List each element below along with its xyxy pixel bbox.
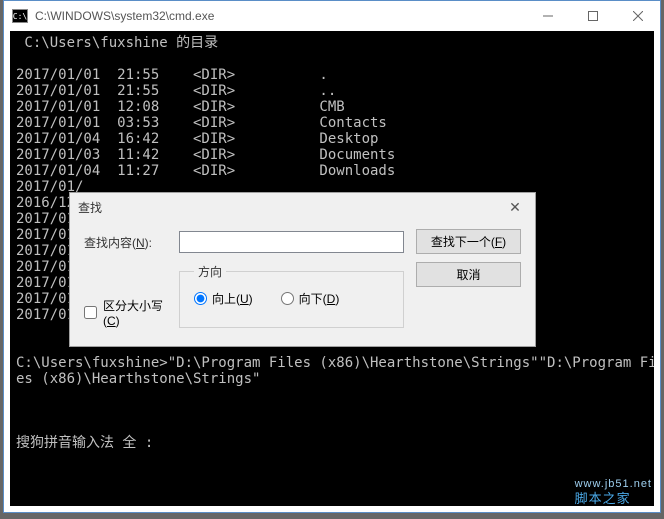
match-case-checkbox[interactable]: 区分大小写(C) bbox=[84, 297, 179, 328]
dialog-titlebar[interactable]: 查找 ✕ bbox=[70, 193, 535, 221]
find-dialog: 查找 ✕ 查找内容(N): 区分大小写(C) 方向 向上(U) 向下(D) bbox=[69, 192, 536, 347]
find-label: 查找内容(N): bbox=[84, 234, 179, 251]
minimize-button[interactable] bbox=[525, 1, 570, 30]
find-input[interactable] bbox=[179, 231, 404, 253]
dialog-title-text: 查找 bbox=[78, 199, 503, 216]
window-controls bbox=[525, 1, 660, 31]
find-next-button[interactable]: 查找下一个(F) bbox=[416, 229, 521, 254]
cancel-button[interactable]: 取消 bbox=[416, 262, 521, 287]
maximize-button[interactable] bbox=[570, 1, 615, 30]
cmd-icon: C:\ bbox=[12, 9, 28, 23]
direction-legend: 方向 bbox=[194, 263, 226, 280]
dialog-close-icon[interactable]: ✕ bbox=[503, 199, 527, 216]
radio-down-input[interactable] bbox=[281, 292, 294, 305]
window-title: C:\WINDOWS\system32\cmd.exe bbox=[35, 9, 525, 23]
match-case-box[interactable] bbox=[84, 306, 97, 319]
radio-up[interactable]: 向上(U) bbox=[194, 290, 253, 307]
radio-up-input[interactable] bbox=[194, 292, 207, 305]
radio-down[interactable]: 向下(D) bbox=[281, 290, 340, 307]
direction-group: 方向 向上(U) 向下(D) bbox=[179, 263, 404, 328]
match-case-label: 区分大小写(C) bbox=[103, 297, 179, 328]
close-button[interactable] bbox=[615, 1, 660, 30]
titlebar[interactable]: C:\ C:\WINDOWS\system32\cmd.exe bbox=[4, 1, 660, 31]
